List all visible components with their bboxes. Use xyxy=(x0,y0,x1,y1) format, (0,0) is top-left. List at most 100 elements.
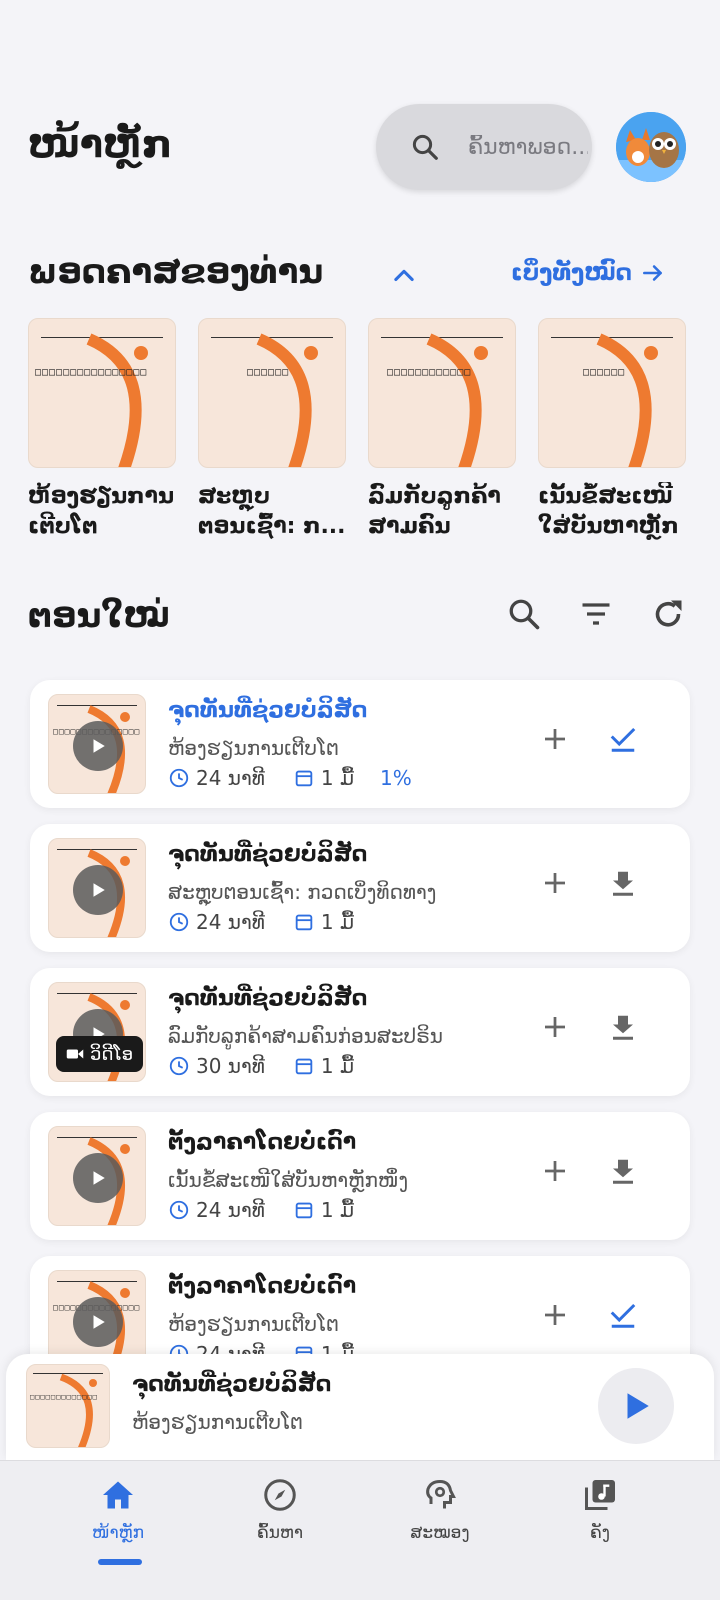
video-badge-label: ວິດີໂອ xyxy=(90,1043,134,1065)
nav-item-explore[interactable]: ຄົ້ນຫາ xyxy=(220,1477,340,1543)
podcast-title: ລົມກັບລູກຄ້າສາມຄົນກ່ອນ... xyxy=(368,484,501,539)
episode-card[interactable]: ວິດີໂອ ຈຸດທັນທີ່ຊ່ວຍບໍລິສັດ ລົມກັບລູກຄ້າ… xyxy=(30,968,690,1096)
nav-label-explore: ຄົ້ນຫາ xyxy=(257,1523,303,1543)
add-to-queue-icon[interactable] xyxy=(540,1156,570,1186)
episode-card[interactable]: ຈຸດທັນທີ່ຊ່ວຍບໍລິສັດ ສະຫຼຸບຕອນເຊົ້າ: ກວດ… xyxy=(30,824,690,952)
episode-meta: 30 ນາທີ 1 ມື້ xyxy=(168,1054,354,1078)
episode-title: ຈຸດທັນທີ່ຊ່ວຍບໍລິສັດ xyxy=(168,986,368,1011)
episodes-section-header: ຕອນໃໝ່ xyxy=(28,590,686,660)
page-title: ໜ້າຫຼັກ xyxy=(28,122,173,166)
episode-progress: 1% xyxy=(380,766,412,790)
play-overlay-button[interactable] xyxy=(73,1153,123,1203)
episode-meta: 24 ນາທີ 1 ມື້ 1% xyxy=(168,766,412,790)
nav-item-home[interactable]: ໜ້າຫຼັກ xyxy=(58,1477,178,1543)
search-bar[interactable]: ຄົ້ນຫາພອດ... xyxy=(376,104,592,190)
arrow-right-icon xyxy=(643,265,662,281)
clock-icon xyxy=(169,912,189,932)
section-title-episodes: ຕອນໃໝ່ xyxy=(28,596,170,636)
play-icon xyxy=(93,1315,105,1329)
episode-duration: 30 ນາທີ xyxy=(196,1054,265,1078)
nav-label-home: ໜ້າຫຼັກ xyxy=(92,1523,144,1543)
episode-duration: 24 ນາທີ xyxy=(196,910,265,934)
podcast-artwork: □□□□□□ xyxy=(198,318,346,468)
calendar-icon xyxy=(295,914,313,931)
episode-title: ຈຸດທັນທີ່ຊ່ວຍບໍລິສັດ xyxy=(168,698,368,723)
podcast-artwork: □□□□□□ xyxy=(538,318,686,468)
music-library-icon xyxy=(585,1480,615,1510)
brain-gear-icon xyxy=(426,1479,456,1509)
header: ໜ້າຫຼັກ ຄົ້ນຫາພອດ... xyxy=(28,100,686,192)
episode-duration: 24 ນາທີ xyxy=(196,1198,265,1222)
podcast-title: ສະຫຼຸບຕອນເຊົ້າ: ກ... xyxy=(198,484,346,539)
mini-player[interactable]: □□□□□□□□□□□□□ ຈຸດທັນທີ່ຊ່ວຍບໍລິສັດ ຫ້ອງຮ… xyxy=(6,1354,714,1460)
play-icon xyxy=(93,739,105,753)
podcast-artwork: □□□□□□□□□□□□□□□□ xyxy=(28,318,176,468)
episode-title: ຈຸດທັນທີ່ຊ່ວຍບໍລິສັດ xyxy=(168,842,368,867)
download-icon[interactable] xyxy=(608,1156,638,1186)
podcasts-section-header: ພອດຄາສຂອງທ່ານ ເບິ່ງທັງໝົດ xyxy=(28,246,686,306)
downloaded-check-icon[interactable] xyxy=(608,724,638,754)
clock-icon xyxy=(169,768,189,788)
episode-card[interactable]: ຕັ້ງລາຄາໂດຍບໍ່ເດົາ ເນັ້ນຂໍ້ສະເໜີໃສ່ບັນຫາ… xyxy=(30,1112,690,1240)
play-icon xyxy=(93,1171,105,1185)
chevron-up-icon[interactable] xyxy=(390,262,418,290)
calendar-icon xyxy=(295,770,313,787)
search-placeholder: ຄົ້ນຫາພອດ... xyxy=(468,134,588,160)
add-to-queue-icon[interactable] xyxy=(540,868,570,898)
mini-player-podcast: ຫ້ອງຮຽນການເຕີບໂຕ xyxy=(132,1410,304,1434)
clock-icon xyxy=(169,1056,189,1076)
add-to-queue-icon[interactable] xyxy=(540,1012,570,1042)
video-badge: ວິດີໂອ xyxy=(56,1036,144,1072)
see-all-link[interactable]: ເບິ່ງທັງໝົດ xyxy=(511,260,666,286)
podcast-artwork: □□□□□□□□□□□□ xyxy=(368,318,516,468)
clock-icon xyxy=(169,1200,189,1220)
episode-age: 1 ມື້ xyxy=(320,766,354,790)
nav-item-skills[interactable]: ສະໝອງ xyxy=(380,1477,500,1543)
episode-meta: 24 ນາທີ 1 ມື້ xyxy=(168,1198,354,1222)
podcast-card[interactable]: □□□□□□□□□□□□□□□□ ຫ້ອງຮຽນການເຕີບໂຕ xyxy=(28,318,176,542)
nav-label-skills: ສະໝອງ xyxy=(410,1523,470,1543)
podcast-carousel[interactable]: □□□□□□□□□□□□□□□□ ຫ້ອງຮຽນການເຕີບໂຕ □□□□□□… xyxy=(28,318,720,548)
section-title-podcasts: ພອດຄາສຂອງທ່ານ xyxy=(28,252,324,292)
episode-duration: 24 ນາທີ xyxy=(196,766,265,790)
podcast-card[interactable]: □□□□□□ ສະຫຼຸບຕອນເຊົ້າ: ກ... xyxy=(198,318,346,542)
nav-item-library[interactable]: ຄັງ xyxy=(540,1477,660,1543)
home-icon xyxy=(103,1481,133,1509)
episode-artwork xyxy=(48,838,146,938)
add-to-queue-icon[interactable] xyxy=(540,1300,570,1330)
downloaded-check-icon[interactable] xyxy=(608,1300,638,1330)
refresh-icon[interactable] xyxy=(650,596,686,632)
episode-podcast: ລົມກັບລູກຄ້າສາມຄົນກ່ອນສະປຣິນ xyxy=(168,1024,443,1048)
avatar[interactable] xyxy=(616,112,686,182)
download-icon[interactable] xyxy=(608,868,638,898)
nav-label-library: ຄັງ xyxy=(590,1523,610,1543)
episode-artwork xyxy=(48,1126,146,1226)
episode-age: 1 ມື້ xyxy=(320,1198,354,1222)
play-icon xyxy=(627,1393,649,1419)
see-all-label: ເບິ່ງທັງໝົດ xyxy=(510,260,632,286)
download-icon[interactable] xyxy=(608,1012,638,1042)
play-overlay-button[interactable] xyxy=(73,865,123,915)
play-overlay-button[interactable] xyxy=(73,721,123,771)
calendar-icon xyxy=(295,1202,313,1219)
episode-card[interactable]: □□□□□□□□□□□□□□□ ຈຸດທັນທີ່ຊ່ວຍບໍລິສັດ ຫ້ອ… xyxy=(30,680,690,808)
podcast-title: ເນັ້ນຂໍ້ສະເໜີໃສ່ບັນຫາຫຼັກໜຶ່ງ xyxy=(538,484,679,539)
video-camera-icon xyxy=(66,1049,84,1059)
add-to-queue-icon[interactable] xyxy=(540,724,570,754)
podcast-card[interactable]: □□□□□□□□□□□□ ລົມກັບລູກຄ້າສາມຄົນກ່ອນ... xyxy=(368,318,516,542)
filter-icon[interactable] xyxy=(578,596,614,632)
episode-podcast: ຫ້ອງຮຽນການເຕີບໂຕ xyxy=(168,1312,340,1336)
mini-player-artwork: □□□□□□□□□□□□□ xyxy=(26,1364,110,1448)
mini-player-title: ຈຸດທັນທີ່ຊ່ວຍບໍລິສັດ xyxy=(132,1372,332,1397)
episode-artwork: □□□□□□□□□□□□□□□ xyxy=(48,694,146,794)
search-icon[interactable] xyxy=(506,596,542,632)
play-button[interactable] xyxy=(598,1368,674,1444)
episode-podcast: ສະຫຼຸບຕອນເຊົ້າ: ກວດເບິ່ງທິດທາງ xyxy=(168,880,437,904)
podcast-card[interactable]: □□□□□□ ເນັ້ນຂໍ້ສະເໜີໃສ່ບັນຫາຫຼັກໜຶ່ງ xyxy=(538,318,686,542)
play-icon xyxy=(93,883,105,897)
play-overlay-button[interactable] xyxy=(73,1297,123,1347)
bottom-navigation: ໜ້າຫຼັກ ຄົ້ນຫາ ສະໝອງ ຄັງ xyxy=(0,1460,720,1600)
podcast-title: ຫ້ອງຮຽນການເຕີບໂຕ xyxy=(28,484,175,539)
calendar-icon xyxy=(295,1058,313,1075)
episode-podcast: ເນັ້ນຂໍ້ສະເໜີໃສ່ບັນຫາຫຼັກໜຶ່ງ xyxy=(168,1168,409,1192)
